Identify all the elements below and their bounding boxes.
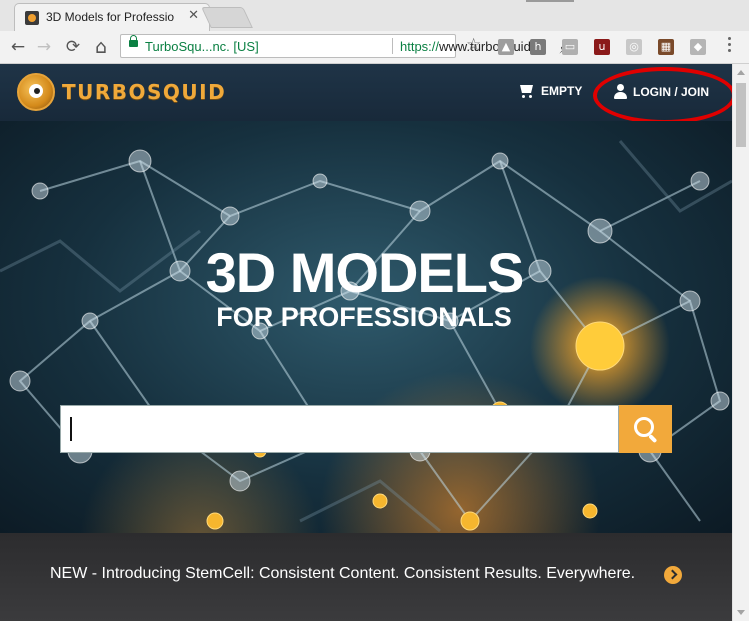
back-button[interactable]: ← <box>6 35 30 59</box>
cart-label: EMPTY <box>541 84 583 98</box>
browser-menu-icon[interactable] <box>728 37 732 55</box>
tab-strip: 3D Models for Professio ✕ <box>0 0 749 31</box>
lock-icon <box>129 35 138 47</box>
turbosquid-logo-icon[interactable] <box>17 73 55 111</box>
page-scrollbar[interactable] <box>732 64 749 621</box>
promo-text[interactable]: NEW - Introducing StemCell: Consistent C… <box>50 565 635 583</box>
cast-extension-icon[interactable]: ▭ <box>562 39 578 55</box>
swirl-extension-icon[interactable]: ◎ <box>626 39 642 55</box>
text-caret <box>70 417 72 441</box>
hero-subtitle: FOR PROFESSIONALS <box>216 302 512 332</box>
site-header: TurboSquid EMPTY LOGIN / JOIN <box>0 64 732 124</box>
tab-close-icon[interactable]: ✕ <box>188 8 199 23</box>
promo-banner[interactable]: NEW - Introducing StemCell: Consistent C… <box>0 533 732 621</box>
gift-extension-icon[interactable]: ▦ <box>658 39 674 55</box>
address-bar[interactable]: TurboSqu...nc. [US] https://www.turbosqu… <box>120 34 570 58</box>
window-minimize-icon[interactable] <box>526 0 574 2</box>
omnibox-separator <box>392 38 393 54</box>
new-tab-button[interactable] <box>201 7 253 28</box>
h-extension-icon[interactable]: h <box>530 39 546 55</box>
forward-button[interactable]: → <box>32 35 56 59</box>
bookmark-star-icon[interactable]: ☆ <box>466 35 481 55</box>
url-host: www.turbosquid <box>439 39 531 54</box>
search-button[interactable] <box>619 405 672 453</box>
ublock-icon[interactable]: u <box>594 39 610 55</box>
browser-tab[interactable]: 3D Models for Professio ✕ <box>14 3 210 31</box>
cart-button[interactable]: EMPTY <box>518 84 582 98</box>
search-icon <box>634 417 654 437</box>
reload-button[interactable]: ⟳ <box>61 35 85 59</box>
hero-banner: 3D MODELS FOR PROFESSIONALS <box>0 121 732 533</box>
dropbox-icon[interactable]: ◆ <box>690 39 706 55</box>
shopping-cart-icon <box>518 84 535 98</box>
ev-certificate-label: TurboSqu...nc. [US] <box>145 39 259 54</box>
hero-heading: 3D MODELS FOR PROFESSIONALS <box>0 241 732 332</box>
page-viewport: TurboSquid EMPTY LOGIN / JOIN <box>0 64 732 621</box>
red-annotation-circle <box>593 67 732 124</box>
chevron-right-icon[interactable] <box>664 566 682 584</box>
scroll-up-icon[interactable] <box>737 70 745 75</box>
turbosquid-favicon-icon <box>25 11 39 25</box>
url-scheme: https:// <box>400 39 440 54</box>
search-input[interactable] <box>60 405 619 453</box>
scrollbar-thumb[interactable] <box>736 83 746 147</box>
hero-title: 3D MODELS <box>205 241 525 304</box>
drive-icon[interactable]: ▲ <box>498 39 514 55</box>
browser-toolbar: ← → ⟳ ⌂ TurboSqu...nc. [US] https://www.… <box>0 31 749 64</box>
home-button[interactable]: ⌂ <box>89 35 113 59</box>
turbosquid-logo-text[interactable]: TurboSquid <box>62 80 226 104</box>
scroll-down-icon[interactable] <box>737 610 745 615</box>
tab-title: 3D Models for Professio <box>46 10 175 24</box>
